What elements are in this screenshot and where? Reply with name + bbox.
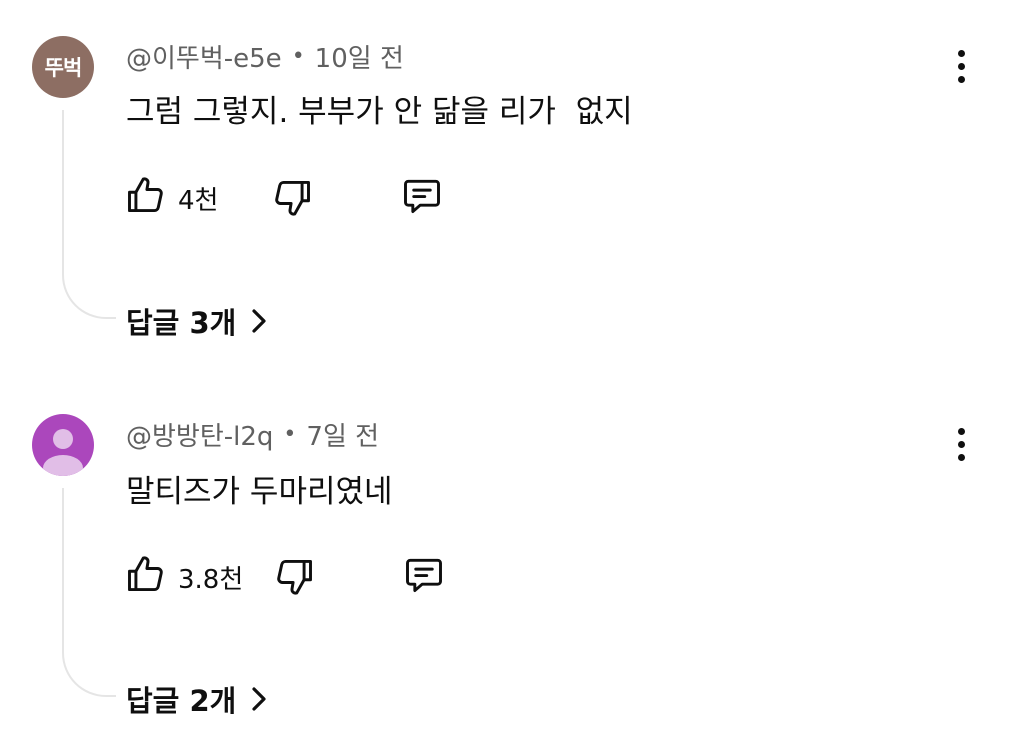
like-count: 3.8천 — [178, 565, 244, 595]
more-options-button[interactable] — [946, 46, 976, 86]
kebab-dot — [957, 49, 965, 57]
comment-icon — [406, 558, 442, 593]
dislike-button[interactable] — [272, 555, 316, 599]
comment-meta: @방방탄-l2q • 7일 전 — [126, 416, 379, 453]
thread-connector — [62, 110, 116, 319]
reply-button[interactable] — [402, 553, 446, 597]
dislike-button[interactable] — [270, 176, 314, 220]
avatar-label: 뚜벅 — [44, 56, 83, 80]
comment-text: 그럼 그렇지. 부부가 안 닮을 리가 없지 — [126, 94, 633, 130]
like-button[interactable] — [124, 173, 168, 217]
comment-icon — [404, 179, 440, 214]
kebab-dot — [957, 75, 965, 83]
comment-author-handle[interactable]: @이뚜벅-e5e — [126, 38, 282, 75]
kebab-dot — [957, 440, 965, 448]
replies-count-label: 답글 2개 — [126, 684, 237, 718]
thumbs-up-icon — [128, 556, 163, 592]
more-options-button[interactable] — [946, 424, 976, 464]
avatar[interactable] — [32, 414, 94, 476]
view-replies-button[interactable]: 답글 3개 — [126, 300, 268, 342]
chevron-right-icon — [252, 687, 266, 711]
view-replies-button[interactable]: 답글 2개 — [126, 678, 268, 720]
comment-timestamp[interactable]: 7일 전 — [306, 416, 379, 453]
comment-text: 말티즈가 두마리였네 — [126, 474, 393, 510]
reply-button[interactable] — [400, 174, 444, 218]
comment-meta: @이뚜벅-e5e • 10일 전 — [126, 38, 404, 75]
replies-count-label: 답글 3개 — [126, 306, 237, 340]
meta-separator: • — [283, 422, 297, 447]
chevron-right-icon — [252, 309, 266, 333]
kebab-dot — [957, 62, 965, 70]
kebab-dot — [957, 453, 965, 461]
thread-connector — [62, 488, 116, 697]
comment-author-handle[interactable]: @방방탄-l2q — [126, 416, 273, 453]
avatar[interactable]: 뚜벅 — [32, 36, 94, 98]
thumbs-down-icon — [275, 180, 310, 216]
kebab-dot — [957, 427, 965, 435]
thumbs-down-icon — [277, 559, 312, 595]
thumbs-up-icon — [128, 177, 163, 213]
like-count: 4천 — [178, 186, 219, 216]
meta-separator: • — [291, 44, 305, 69]
like-button[interactable] — [124, 552, 168, 596]
comment-timestamp[interactable]: 10일 전 — [315, 38, 404, 75]
default-user-avatar-icon — [43, 429, 83, 476]
